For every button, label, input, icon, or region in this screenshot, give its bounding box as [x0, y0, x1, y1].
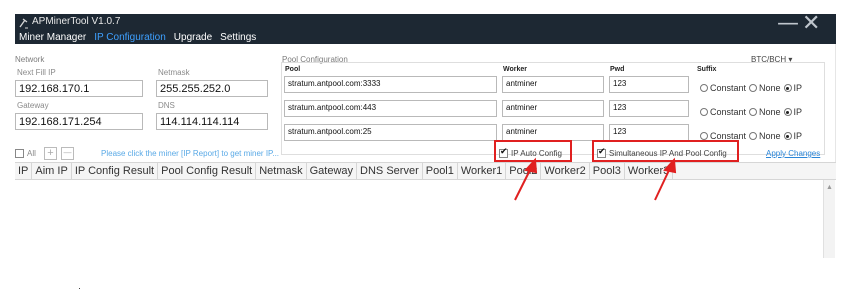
column-header-ip-config-result[interactable]: IP Config Result: [72, 163, 159, 179]
grid-scrollbar[interactable]: ▲: [823, 180, 835, 258]
column-header-worker1[interactable]: Worker1: [458, 163, 507, 179]
next-fill-ip-field[interactable]: 192.168.170.1: [15, 80, 143, 97]
column-header-gateway[interactable]: Gateway: [307, 163, 358, 179]
column-header-pool-config-result[interactable]: Pool Config Result: [158, 163, 257, 179]
column-header-pool3[interactable]: Pool3: [590, 163, 625, 179]
dns-label: DNS: [158, 101, 175, 110]
pool3-worker-field[interactable]: antminer: [502, 124, 604, 141]
pool3-suffix-none-label: None: [759, 131, 781, 141]
pool2-suffix-constant-radio[interactable]: [700, 108, 708, 116]
main-menu: Miner Manager IP Configuration Upgrade S…: [19, 32, 256, 44]
column-header-worker3[interactable]: Worker3: [625, 163, 674, 179]
title-bar: APMinerTool V1.0.7 — ✕ Miner Manager IP …: [15, 13, 836, 44]
pool2-suffix-radio-group: Constant None IP: [697, 107, 802, 117]
pool1-suffix-ip-radio[interactable]: [783, 84, 792, 92]
netmask-field[interactable]: 255.255.252.0: [156, 80, 268, 97]
pool1-suffix-constant-label: Constant: [710, 83, 747, 93]
hint-text: Please click the miner [IP Report] to ge…: [101, 149, 280, 158]
pool2-suffix-ip-label: IP: [793, 107, 803, 117]
netmask-label: Netmask: [158, 68, 190, 77]
menu-item-miner-manager[interactable]: Miner Manager: [19, 32, 86, 44]
simultaneous-config-checkbox[interactable]: [597, 147, 606, 158]
minimize-button[interactable]: —: [777, 13, 799, 36]
worker-column-header: Worker: [503, 66, 527, 73]
menu-item-ip-configuration[interactable]: IP Configuration: [94, 32, 166, 44]
gateway-field[interactable]: 192.168.171.254: [15, 113, 143, 130]
pool2-suffix-none-label: None: [759, 107, 781, 117]
remove-row-button[interactable]: —: [61, 147, 74, 160]
pool3-suffix-constant-radio[interactable]: [700, 132, 708, 140]
pool1-url-field[interactable]: stratum.antpool.com:3333: [284, 76, 497, 93]
pool1-suffix-ip-label: IP: [793, 83, 803, 93]
pool1-worker-field[interactable]: antminer: [502, 76, 604, 93]
pool2-worker-field[interactable]: antminer: [502, 100, 604, 117]
miner-pickaxe-icon: [19, 18, 28, 29]
pool3-suffix-ip-radio[interactable]: [783, 132, 792, 140]
column-header-netmask[interactable]: Netmask: [256, 163, 307, 179]
add-row-button[interactable]: +: [44, 147, 57, 160]
pwd-column-header: Pwd: [610, 66, 625, 73]
chevron-up-icon[interactable]: ▲: [826, 184, 833, 191]
network-section-label: Network: [15, 55, 45, 64]
grid-header: IP Aim IP IP Config Result Pool Config R…: [15, 162, 836, 180]
pool3-pwd-field[interactable]: 123: [609, 124, 689, 141]
ip-auto-config-checkbox[interactable]: [499, 147, 508, 158]
menu-item-upgrade[interactable]: Upgrade: [174, 32, 212, 44]
pool1-suffix-none-label: None: [759, 83, 781, 93]
pool-column-header: Pool: [285, 66, 301, 73]
suffix-column-header: Suffix: [697, 66, 717, 73]
pool3-url-field[interactable]: stratum.antpool.com:25: [284, 124, 497, 141]
column-header-pool1[interactable]: Pool1: [423, 163, 458, 179]
column-header-worker2[interactable]: Worker2: [541, 163, 590, 179]
apply-changes-link[interactable]: Apply Changes: [766, 149, 820, 158]
menu-item-settings[interactable]: Settings: [220, 32, 256, 44]
simultaneous-config-label: Simultaneous IP And Pool Config: [609, 149, 727, 158]
close-button[interactable]: ✕: [802, 13, 820, 36]
grid-toolbar: All + — Please click the miner [IP Repor…: [15, 140, 836, 163]
pool3-suffix-none-radio[interactable]: [749, 132, 758, 140]
select-all-label: All: [27, 149, 36, 158]
app-title: APMinerTool V1.0.7: [32, 16, 121, 27]
select-all-checkbox[interactable]: [15, 149, 24, 158]
pool2-suffix-constant-label: Constant: [710, 107, 747, 117]
pool3-suffix-ip-label: IP: [793, 131, 803, 141]
pool1-suffix-none-radio[interactable]: [749, 84, 758, 92]
pool2-url-field[interactable]: stratum.antpool.com:443: [284, 100, 497, 117]
stray-mark: ·: [78, 283, 81, 293]
pool2-suffix-ip-radio[interactable]: [783, 108, 792, 116]
column-header-pool2[interactable]: Pool2: [506, 163, 542, 179]
column-header-aim-ip[interactable]: Aim IP: [32, 163, 72, 179]
next-fill-ip-label: Next Fill IP: [17, 68, 56, 77]
pool1-suffix-radio-group: Constant None IP: [697, 83, 802, 93]
column-header-ip[interactable]: IP: [15, 163, 33, 179]
miner-grid-body[interactable]: [15, 180, 836, 258]
pool1-pwd-field[interactable]: 123: [609, 76, 689, 93]
pool2-pwd-field[interactable]: 123: [609, 100, 689, 117]
ip-auto-config-label: IP Auto Config: [511, 149, 562, 158]
column-header-dns-server[interactable]: DNS Server: [357, 163, 423, 179]
app-window: APMinerTool V1.0.7 — ✕ Miner Manager IP …: [15, 13, 836, 258]
pool2-suffix-none-radio[interactable]: [749, 108, 758, 116]
gateway-label: Gateway: [17, 101, 49, 110]
pool1-suffix-constant-radio[interactable]: [700, 84, 708, 92]
dns-field[interactable]: 114.114.114.114: [156, 113, 268, 130]
